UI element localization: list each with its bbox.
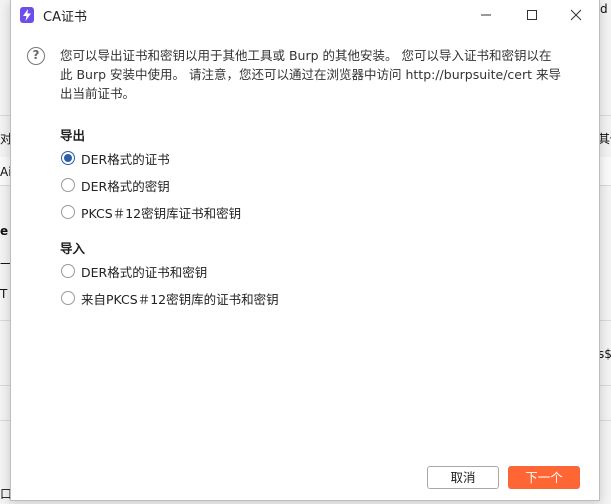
- option-label: PKCS＃12密钥库证书和密钥: [81, 205, 242, 221]
- minimize-icon: [481, 14, 491, 16]
- import-der-option[interactable]: DER格式的证书和密钥: [61, 262, 207, 280]
- import-heading: 导入: [60, 241, 86, 256]
- maximize-icon: [527, 10, 537, 20]
- option-label: DER格式的证书和密钥: [81, 264, 208, 280]
- radio-unselected[interactable]: [61, 178, 75, 192]
- dialog-title: CA证书: [43, 10, 87, 25]
- burp-lightning-icon: [20, 7, 34, 23]
- description-line-3: 出当前证书。: [60, 86, 136, 101]
- bg-text-fragment: e: [0, 224, 9, 238]
- close-button[interactable]: [553, 0, 599, 30]
- dialog-titlebar[interactable]: CA证书: [11, 0, 599, 30]
- import-pkcs12-option[interactable]: 来自PKCS＃12密钥库的证书和密钥: [61, 289, 279, 307]
- ca-certificate-dialog: CA证书 ? 您可以导出证书和密钥以用于其他工具或 Burp 的其他安装。 您可…: [10, 0, 600, 501]
- option-label: 来自PKCS＃12密钥库的证书和密钥: [81, 291, 279, 307]
- radio-unselected[interactable]: [61, 264, 75, 278]
- description-line-2: 此 Burp 安装中使用。 请注意，您还可以通过在浏览器中访问 http://b…: [60, 67, 561, 82]
- export-heading: 导出: [60, 128, 86, 143]
- cancel-button[interactable]: 取消: [427, 466, 499, 489]
- description-line-1: 您可以导出证书和密钥以用于其他工具或 Burp 的其他安装。 您可以导入证书和密…: [60, 48, 552, 63]
- maximize-button[interactable]: [509, 0, 555, 30]
- question-icon: ?: [27, 47, 45, 65]
- bg-text-fragment: d: [600, 2, 608, 16]
- next-button[interactable]: 下一个: [508, 466, 580, 489]
- radio-unselected[interactable]: [61, 291, 75, 305]
- export-der-key-option[interactable]: DER格式的密钥: [61, 176, 170, 194]
- radio-unselected[interactable]: [61, 205, 75, 219]
- export-der-cert-option[interactable]: DER格式的证书: [61, 149, 170, 167]
- minimize-button[interactable]: [463, 0, 509, 30]
- option-label: DER格式的密钥: [81, 178, 170, 194]
- option-label: DER格式的证书: [81, 151, 170, 167]
- export-pkcs12-option[interactable]: PKCS＃12密钥库证书和密钥: [61, 203, 241, 221]
- bg-text-fragment: T: [0, 287, 8, 301]
- close-icon: [570, 9, 582, 21]
- radio-selected[interactable]: [61, 151, 75, 165]
